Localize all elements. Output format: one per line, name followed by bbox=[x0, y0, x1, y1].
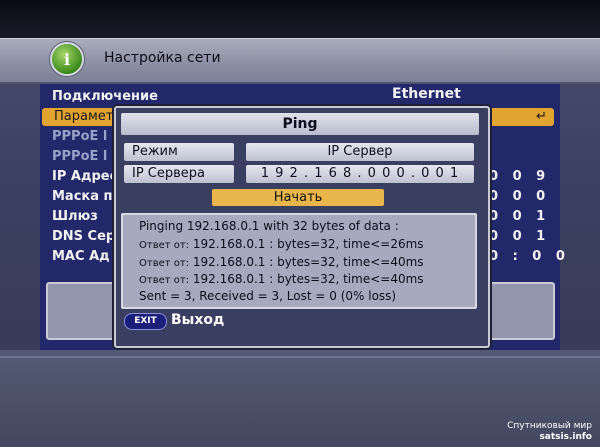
mode-label: Режим bbox=[124, 143, 234, 161]
menu-item-ip-address[interactable]: IP Адрес bbox=[52, 168, 117, 186]
gateway-value: 0 0 1 bbox=[489, 209, 551, 224]
bottom-band bbox=[0, 350, 600, 447]
output-line-summary: Sent = 3, Received = 3, Lost = 0 (0% los… bbox=[139, 289, 397, 303]
ip-address-value: 0 0 9 bbox=[489, 169, 551, 184]
watermark-line-2: satsis.info bbox=[539, 432, 592, 442]
menu-item-subnet-mask[interactable]: Маска по bbox=[52, 188, 121, 206]
exit-key-icon[interactable]: EXIT bbox=[124, 313, 167, 330]
menu-item-pppoe-1[interactable]: PPPoE l bbox=[52, 128, 107, 146]
header-bar bbox=[0, 38, 600, 84]
output-line-reply-1: Ответ от: 192.168.0.1 : bytes=32, time<=… bbox=[139, 237, 424, 251]
output-line-reply-3: Ответ от: 192.168.0.1 : bytes=32, time<=… bbox=[139, 272, 424, 286]
exit-label[interactable]: Выход bbox=[171, 312, 224, 328]
menu-item-gateway[interactable]: Шлюз bbox=[52, 208, 98, 226]
subnet-mask-value: 0 0 0 bbox=[489, 189, 551, 204]
menu-item-connection-value: Ethernet bbox=[392, 86, 461, 102]
dns-value: 0 0 1 bbox=[489, 229, 551, 244]
watermark-line-1: Спутниковый мир bbox=[507, 421, 592, 431]
info-i-icon: i bbox=[52, 44, 82, 74]
output-line-reply-2: Ответ от: 192.168.0.1 : bytes=32, time<=… bbox=[139, 255, 424, 269]
enter-icon: ↵ bbox=[536, 109, 547, 124]
mac-value: 0 : 0 0 bbox=[489, 249, 570, 264]
ping-output: Pinging 192.168.0.1 with 32 bytes of dat… bbox=[121, 213, 477, 309]
top-band bbox=[0, 0, 600, 38]
server-label: IP Сервера bbox=[124, 165, 234, 183]
page-title: Настройка сети bbox=[104, 50, 221, 66]
menu-item-pppoe-2[interactable]: PPPoE l bbox=[52, 148, 107, 166]
menu-item-mac[interactable]: MAC Ад bbox=[52, 248, 110, 266]
menu-item-dns[interactable]: DNS Сер bbox=[52, 228, 115, 246]
dialog-title: Ping bbox=[121, 113, 479, 135]
server-ip-input[interactable]: 1 9 2 . 1 6 8 . 0 0 0 . 0 0 1 bbox=[246, 165, 474, 183]
output-line-header: Pinging 192.168.0.1 with 32 bytes of dat… bbox=[139, 219, 399, 233]
menu-item-connection[interactable]: Подключение bbox=[52, 88, 158, 106]
start-button[interactable]: Начать bbox=[212, 189, 384, 206]
menu-item-params[interactable]: Параметр bbox=[54, 108, 122, 126]
mode-select[interactable]: IP Сервер bbox=[246, 143, 474, 161]
bottom-divider bbox=[0, 356, 600, 358]
